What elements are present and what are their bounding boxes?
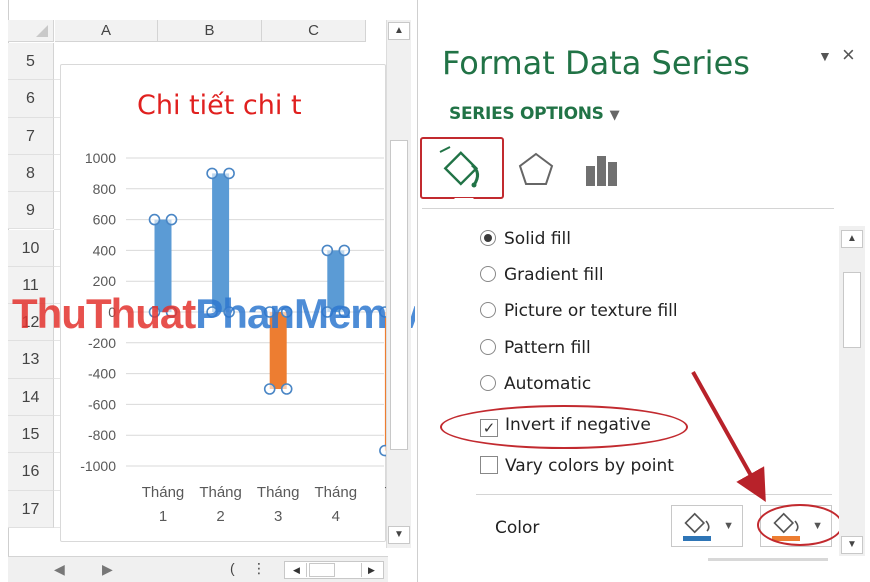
option-picture-fill[interactable]: Picture or texture fill	[480, 301, 678, 329]
y-tick-label: 200	[93, 273, 117, 289]
pentagon-icon[interactable]	[516, 150, 556, 190]
y-tick-label: -800	[88, 427, 116, 443]
label-automatic: Automatic	[504, 374, 592, 394]
x-tick-label: 1	[159, 508, 167, 525]
option-gradient-fill[interactable]: Gradient fill	[480, 265, 604, 293]
sheet-next-icon[interactable]: ▶	[102, 561, 113, 578]
x-tick-label: Tháng	[257, 484, 300, 501]
close-icon[interactable]: ×	[842, 42, 855, 68]
pane-vertical-scrollbar[interactable]: ▲ ▼	[839, 226, 865, 556]
radio-automatic[interactable]	[480, 375, 496, 391]
bar-handle	[148, 213, 161, 226]
label-pattern-fill: Pattern fill	[504, 338, 591, 358]
splitter-handle-icon[interactable]: ⋮	[252, 560, 266, 577]
radio-pattern-fill[interactable]	[480, 339, 496, 355]
y-tick-label: 400	[93, 242, 117, 258]
option-solid-fill[interactable]: Solid fill	[480, 229, 571, 257]
sheet-prev-icon[interactable]: ◀	[54, 561, 65, 578]
radio-gradient-fill[interactable]	[480, 266, 496, 282]
bar-handle	[223, 167, 235, 180]
radio-picture-fill[interactable]	[480, 302, 496, 318]
tab-fill-line[interactable]	[420, 137, 504, 199]
label-solid-fill: Solid fill	[504, 229, 571, 249]
annotation-circle-invert	[440, 405, 688, 449]
scroll-down-button[interactable]: ▼	[388, 526, 410, 544]
y-tick-label: -600	[88, 396, 116, 412]
chart-title[interactable]: Chi tiết chi t	[137, 90, 302, 121]
bar-handle	[338, 244, 351, 257]
y-tick-label: 1000	[85, 150, 116, 166]
bar-handle	[263, 383, 276, 395]
fill-color-swatch	[683, 536, 711, 541]
section-divider	[476, 494, 832, 495]
label-picture-fill: Picture or texture fill	[504, 301, 678, 321]
chevron-down-icon: ▼	[723, 520, 734, 532]
pane-title: Format Data Series	[442, 44, 750, 82]
h-scroll-thumb[interactable]	[309, 563, 335, 577]
color-label: Color	[495, 518, 540, 538]
x-tick-label: Tháng	[199, 484, 242, 501]
x-tick-label: Tháng	[315, 484, 358, 501]
bar-handle	[165, 213, 178, 226]
pane-scroll-down-button[interactable]: ▼	[841, 536, 863, 554]
paint-bucket-icon	[439, 146, 479, 188]
label-gradient-fill: Gradient fill	[504, 265, 604, 285]
sheet-vertical-scrollbar[interactable]: ▲ ▼	[386, 20, 411, 548]
horizontal-scrollbar[interactable]: ◀ ▶	[284, 561, 384, 579]
label-vary-colors: Vary colors by point	[505, 456, 674, 476]
scroll-thumb[interactable]	[390, 140, 408, 450]
y-tick-label: 600	[93, 212, 117, 228]
bar-chart-icon[interactable]	[582, 150, 622, 190]
option-automatic[interactable]: Automatic	[480, 374, 591, 402]
pane-scroll-thumb[interactable]	[843, 272, 861, 348]
pane-bottom-edge	[708, 558, 828, 561]
format-data-series-pane: Format Data Series ▼ × SERIES OPTIONS ▼ S…	[417, 0, 870, 582]
watermark-part1: ThuThuat	[12, 290, 196, 337]
pane-divider	[422, 208, 834, 209]
checkbox-vary-colors[interactable]	[480, 456, 498, 474]
fill-color-icon	[683, 512, 711, 541]
watermark-logo: ThuThuatPhanMem.vn	[12, 290, 415, 338]
annotation-circle-color	[757, 504, 843, 546]
bar-handle	[321, 244, 334, 257]
scroll-left-button[interactable]: ◀	[287, 563, 307, 577]
watermark-part2: PhanMem	[195, 290, 387, 337]
x-tick-label: 2	[216, 508, 224, 525]
sheet-tab-bar: ◀ ▶ ( ⋮ ◀ ▶	[8, 556, 388, 582]
scroll-right-button[interactable]: ▶	[361, 563, 381, 577]
y-tick-label: -400	[88, 366, 116, 382]
x-tick-label: Tháng	[142, 484, 185, 501]
series-options-dropdown[interactable]: SERIES OPTIONS ▼	[449, 104, 620, 124]
tab-pointer	[454, 198, 474, 208]
sheet-tab-partial: (	[230, 560, 235, 576]
radio-solid-fill[interactable]	[480, 230, 496, 246]
option-vary-colors[interactable]: Vary colors by point	[480, 456, 674, 484]
pane-scroll-up-button[interactable]: ▲	[841, 230, 863, 248]
chevron-down-icon: ▼	[609, 108, 620, 123]
fill-color-button[interactable]: ▼	[671, 505, 743, 547]
bar-handle	[280, 383, 293, 395]
spreadsheet-area: A B C 5 6 7 8 9 10 11 12 13 14 15 16 17 1000 800 600 40…	[0, 0, 415, 582]
x-tick-label: 3	[274, 508, 282, 525]
series-options-label: SERIES OPTIONS	[449, 104, 604, 124]
y-tick-label: 800	[93, 181, 117, 197]
y-tick-label: -1000	[80, 458, 116, 474]
pane-options-icon[interactable]: ▼	[818, 48, 832, 64]
scroll-up-button[interactable]: ▲	[388, 22, 410, 40]
x-tick-label: 4	[332, 508, 340, 525]
option-pattern-fill[interactable]: Pattern fill	[480, 338, 591, 366]
bar-handle	[206, 167, 218, 180]
